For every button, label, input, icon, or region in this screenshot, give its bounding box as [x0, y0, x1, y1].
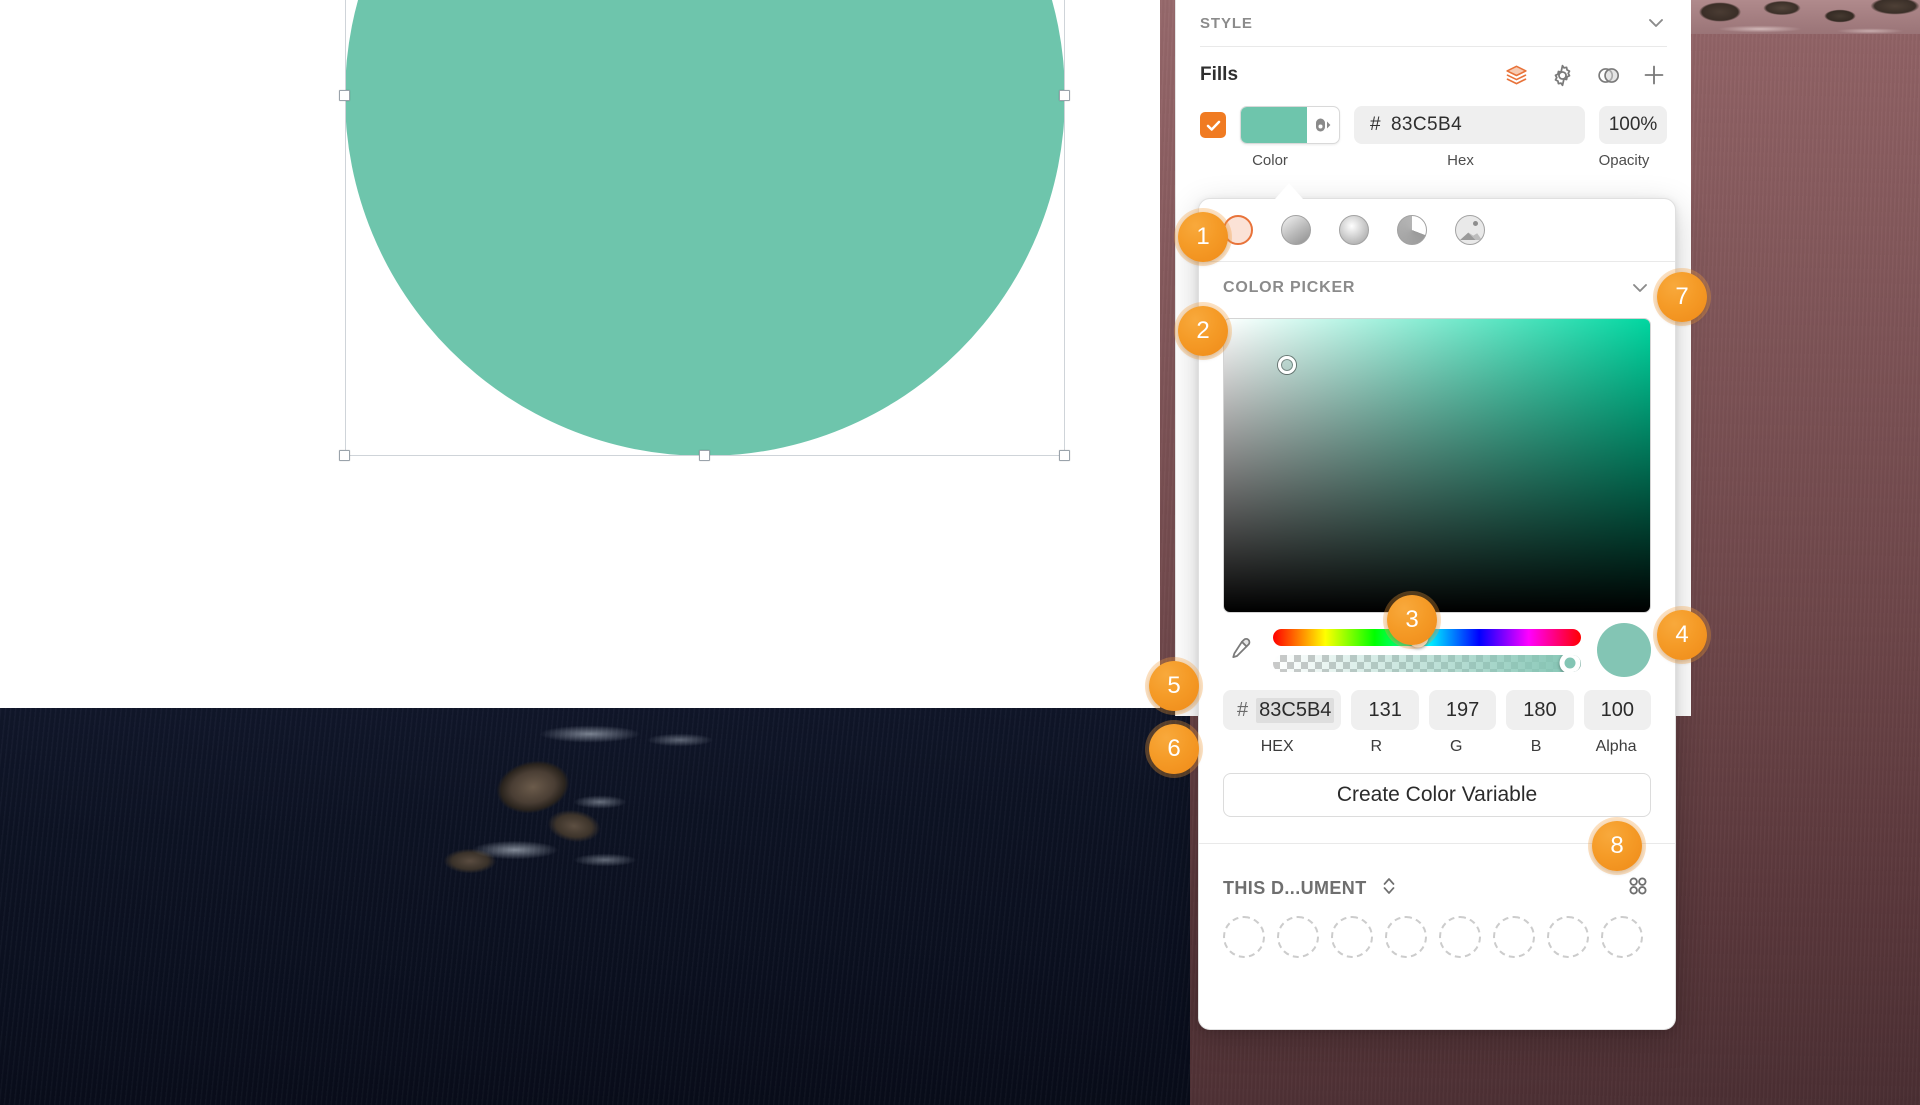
layers-icon[interactable] — [1503, 62, 1529, 88]
caption-r: R — [1370, 738, 1383, 755]
chevron-down-icon[interactable] — [1645, 12, 1667, 34]
saturation-value-handle[interactable] — [1278, 356, 1297, 375]
hex-input[interactable]: # 83C5B4 — [1223, 690, 1342, 730]
fill-hex-input[interactable]: # 83C5B4 — [1354, 106, 1585, 144]
annotation-badge-1: 1 — [1178, 212, 1228, 262]
annotation-badge-5: 5 — [1149, 661, 1199, 711]
fills-header: Fills — [1176, 47, 1691, 103]
color-numeric-inputs: # 83C5B4 131 197 180 100 — [1199, 687, 1675, 733]
empty-swatch[interactable] — [1601, 916, 1643, 958]
hex-value: 83C5B4 — [1256, 697, 1335, 723]
this-document-title: THIS D...UMENT — [1223, 877, 1367, 898]
color-sliders-row — [1199, 613, 1675, 687]
selection-handle-bottom-mid[interactable] — [699, 450, 710, 461]
fill-hex-hash: # — [1370, 114, 1381, 135]
style-section-title: STYLE — [1200, 14, 1253, 32]
linear-gradient-fill-type[interactable] — [1281, 215, 1311, 245]
caption-color: Color — [1252, 151, 1288, 169]
color-preview-swatch — [1597, 623, 1651, 677]
color-picker-title: COLOR PICKER — [1223, 279, 1356, 296]
saturation-value-area[interactable] — [1223, 318, 1651, 613]
empty-swatch[interactable] — [1277, 916, 1319, 958]
fill-swatch-color — [1241, 107, 1307, 143]
fill-visibility-checkbox[interactable] — [1200, 112, 1226, 138]
design-canvas[interactable] — [0, 0, 1160, 708]
plus-icon[interactable] — [1641, 62, 1667, 88]
empty-swatch[interactable] — [1331, 916, 1373, 958]
empty-swatch[interactable] — [1493, 916, 1535, 958]
caption-alpha: Alpha — [1595, 738, 1637, 755]
empty-swatch[interactable] — [1385, 916, 1427, 958]
annotation-badge-6: 6 — [1149, 724, 1199, 774]
color-numeric-captions: HEX R G B Alpha — [1199, 733, 1675, 761]
this-document-title-group[interactable]: THIS D...UMENT — [1223, 874, 1397, 903]
fill-type-selector — [1199, 199, 1675, 261]
fill-color-swatch[interactable] — [1240, 106, 1340, 144]
caption-g: G — [1449, 738, 1463, 755]
empty-swatch[interactable] — [1223, 916, 1265, 958]
ocean-foam-mid — [560, 788, 670, 818]
wallpaper-foam — [1700, 22, 1915, 38]
hex-hash: # — [1237, 698, 1249, 721]
caption-opacity: Opacity — [1598, 151, 1650, 169]
annotation-badge-4: 4 — [1657, 610, 1707, 660]
fill-column-captions: Color Hex Opacity — [1176, 147, 1691, 173]
grid-view-icon[interactable] — [1625, 873, 1651, 904]
variable-picker-icon[interactable] — [1307, 115, 1339, 135]
selection-handle-bottom-left[interactable] — [339, 450, 350, 461]
empty-swatch[interactable] — [1547, 916, 1589, 958]
chevron-down-icon[interactable] — [1629, 277, 1651, 299]
selection-handle-right-mid[interactable] — [1059, 90, 1070, 101]
this-document-header: THIS D...UMENT — [1199, 860, 1675, 916]
eyedropper-icon[interactable] — [1223, 633, 1257, 667]
fill-row: # 83C5B4 100% — [1176, 103, 1691, 147]
alpha-slider[interactable] — [1273, 654, 1581, 672]
caption-hex: Hex — [1447, 151, 1474, 169]
fills-label: Fills — [1200, 64, 1239, 85]
document-swatch-grid — [1199, 916, 1675, 958]
radial-gradient-fill-type[interactable] — [1339, 215, 1369, 245]
red-input[interactable]: 131 — [1351, 690, 1419, 730]
desktop-wallpaper-ocean — [0, 708, 1190, 1105]
alpha-slider-handle[interactable] — [1559, 654, 1581, 672]
alpha-input[interactable]: 100 — [1583, 690, 1652, 730]
selection-bounding-box — [345, 0, 1065, 456]
create-color-variable-wrap: Create Color Variable — [1199, 761, 1675, 817]
chevron-up-down-icon[interactable] — [1381, 874, 1397, 903]
ocean-foam-lower — [455, 828, 655, 876]
selection-handle-left-mid[interactable] — [339, 90, 350, 101]
caption-b: B — [1530, 738, 1542, 755]
empty-swatch[interactable] — [1439, 916, 1481, 958]
create-color-variable-button[interactable]: Create Color Variable — [1223, 773, 1651, 817]
selection-handle-bottom-right[interactable] — [1059, 450, 1070, 461]
green-input[interactable]: 197 — [1428, 690, 1497, 730]
blue-input[interactable]: 180 — [1506, 690, 1574, 730]
fill-opacity-input[interactable]: 100% — [1599, 106, 1667, 144]
fill-hex-value: 83C5B4 — [1390, 114, 1463, 135]
gear-icon[interactable] — [1549, 62, 1575, 88]
annotation-badge-3: 3 — [1387, 595, 1437, 645]
image-fill-type[interactable] — [1455, 215, 1485, 245]
caption-hex: HEX — [1260, 738, 1294, 755]
annotation-badge-7: 7 — [1657, 272, 1707, 322]
boolean-circles-icon[interactable] — [1595, 62, 1621, 88]
annotation-badge-2: 2 — [1178, 306, 1228, 356]
color-picker-popover: COLOR PICKER # 83C5B4 131 197 180 100 HE… — [1198, 198, 1676, 1030]
style-section-header[interactable]: STYLE — [1176, 0, 1691, 46]
ocean-foam-upper — [520, 716, 720, 756]
annotation-badge-8: 8 — [1592, 821, 1642, 871]
fills-actions — [1503, 62, 1667, 88]
color-picker-header[interactable]: COLOR PICKER — [1199, 262, 1675, 314]
ocean-texture — [0, 708, 1190, 1105]
angular-gradient-fill-type[interactable] — [1397, 215, 1427, 245]
